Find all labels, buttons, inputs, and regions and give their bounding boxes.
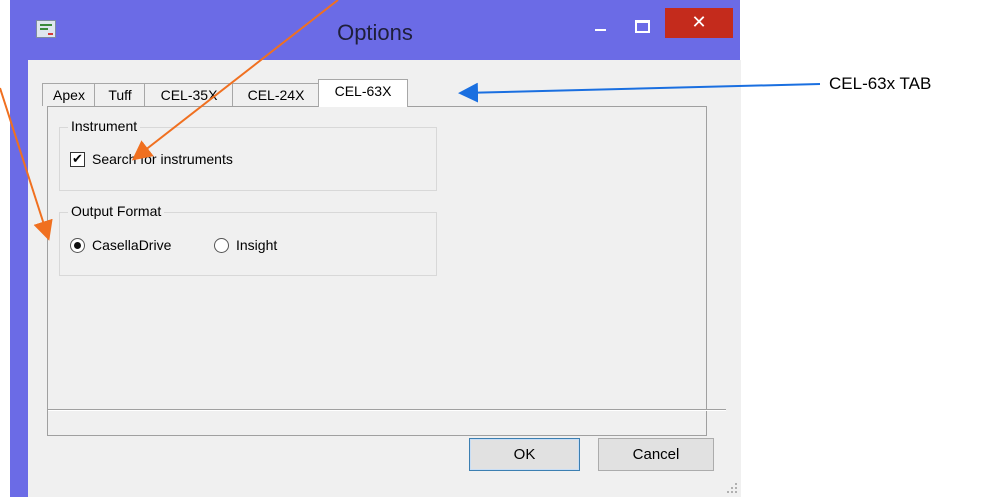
blue-annotation-arrow [458, 82, 821, 103]
tab-cel-63x[interactable]: CEL-63X [318, 79, 408, 107]
orange-arrow-to-radio [0, 87, 53, 241]
orange-arrow-to-checkbox [131, 0, 339, 161]
cel-63x-tab-annotation: CEL-63x TAB [829, 74, 932, 93]
